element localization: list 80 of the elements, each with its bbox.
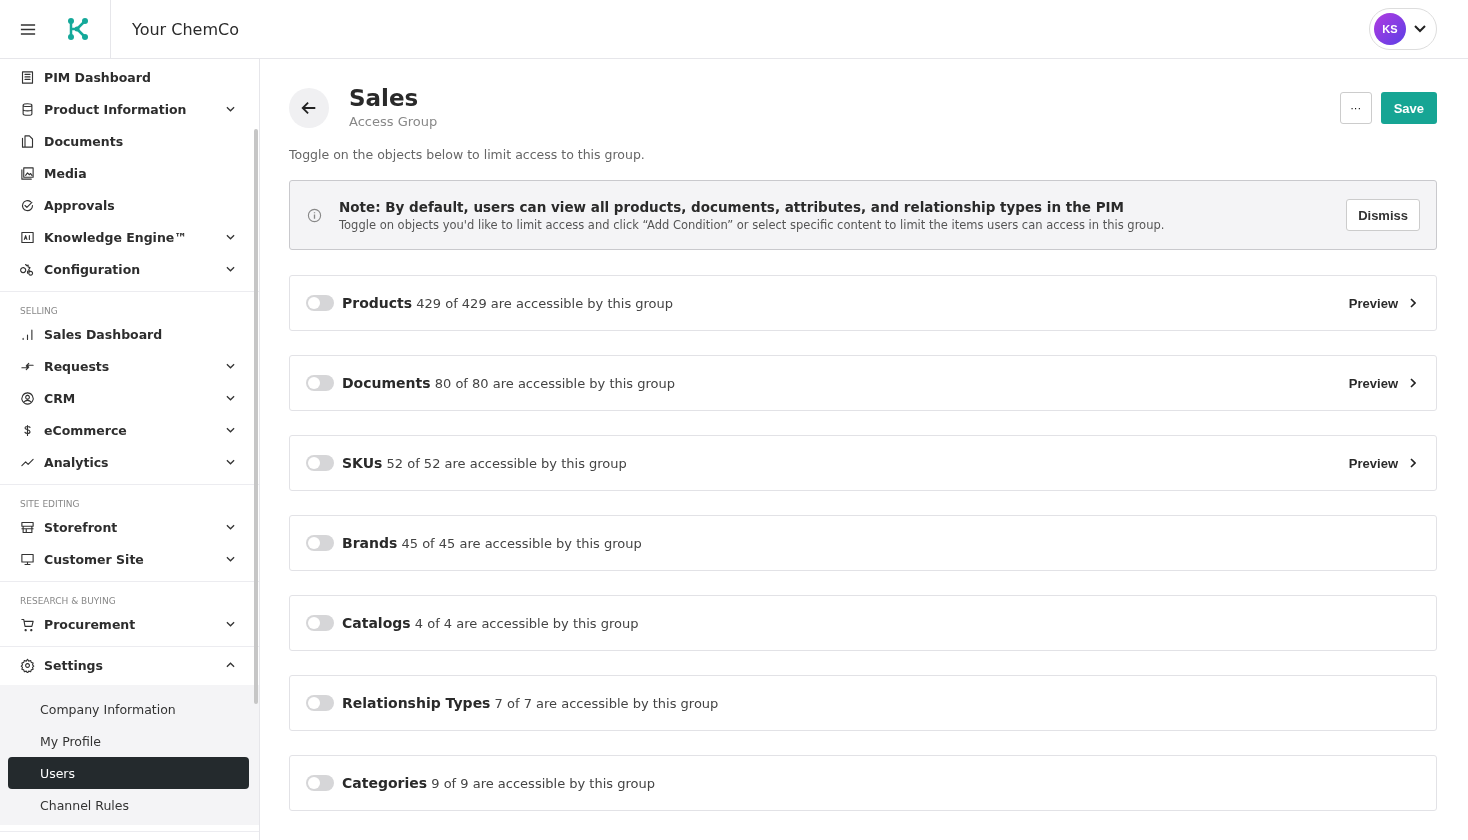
sidebar-item[interactable]: Sales Dashboard bbox=[0, 318, 259, 350]
object-label: Categories 9 of 9 are accessible by this group bbox=[342, 775, 656, 791]
page-title: Sales bbox=[349, 85, 420, 111]
database-icon bbox=[20, 101, 35, 117]
gear-icon bbox=[20, 657, 35, 673]
page-subtitle: Access Group bbox=[349, 114, 439, 129]
more-button[interactable]: ··· bbox=[1339, 92, 1372, 124]
toggle-switch[interactable] bbox=[306, 775, 334, 791]
sidebar-item[interactable]: Settings bbox=[0, 649, 259, 681]
menu-icon[interactable] bbox=[20, 22, 36, 36]
preview-link[interactable]: Preview bbox=[1348, 295, 1416, 311]
sidebar-item[interactable]: Approvals bbox=[0, 189, 259, 221]
sidebar-item[interactable]: Analytics bbox=[0, 446, 259, 478]
preview-link[interactable]: Preview bbox=[1348, 455, 1416, 471]
logo-icon bbox=[66, 17, 90, 41]
preview-link[interactable]: Preview bbox=[1348, 375, 1416, 391]
submenu-item[interactable]: Company Information bbox=[8, 693, 249, 725]
chevron-right-icon bbox=[1410, 378, 1416, 388]
chevron-down-icon bbox=[1414, 25, 1426, 33]
chevron-down-icon bbox=[226, 106, 235, 112]
toggle-switch[interactable] bbox=[306, 615, 334, 631]
section-heading: SITE EDITING bbox=[19, 498, 81, 511]
toggle-switch[interactable] bbox=[306, 455, 334, 471]
section-heading: RESEARCH & BUYING bbox=[19, 595, 117, 608]
chevron-down-icon bbox=[226, 395, 235, 401]
monitor-icon bbox=[20, 551, 35, 567]
toggle-switch[interactable] bbox=[306, 295, 334, 311]
object-label: Products 429 of 429 are accessible by this group bbox=[342, 295, 675, 311]
chevron-down-icon bbox=[226, 621, 235, 627]
ai-icon bbox=[20, 229, 35, 245]
submenu-item[interactable]: My Profile bbox=[8, 725, 249, 757]
chevron-up-icon bbox=[226, 662, 235, 668]
sidebar-item[interactable]: CRM bbox=[0, 382, 259, 414]
object-label: Relationship Types 7 of 7 are accessible by this group bbox=[342, 695, 720, 711]
toggle-switch[interactable] bbox=[306, 375, 334, 391]
chevron-down-icon bbox=[226, 427, 235, 433]
document-icon bbox=[20, 133, 35, 149]
arrow-left-icon bbox=[300, 99, 318, 117]
scrollbar[interactable] bbox=[254, 129, 258, 704]
object-label: SKUs 52 of 52 are accessible by this group bbox=[342, 455, 628, 471]
sidebar-item[interactable]: Customer Site bbox=[0, 543, 259, 575]
sidebar-item[interactable]: Media bbox=[0, 157, 259, 189]
cart-icon bbox=[20, 616, 35, 632]
object-label: Documents 80 of 80 are accessible by this group bbox=[342, 375, 676, 391]
chevron-down-icon bbox=[226, 363, 235, 369]
submenu-item[interactable]: Channel Rules bbox=[8, 789, 249, 821]
company-name: Your ChemCo bbox=[132, 19, 240, 39]
toggle-switch[interactable] bbox=[306, 695, 334, 711]
sidebar-item[interactable]: Documents bbox=[0, 125, 259, 157]
avatar: KS bbox=[1374, 13, 1406, 45]
user-menu-button[interactable]: KS bbox=[1369, 8, 1437, 50]
chevron-right-icon bbox=[1410, 458, 1416, 468]
back-button[interactable] bbox=[289, 88, 329, 128]
store-icon bbox=[20, 519, 35, 535]
sidebar-item[interactable]: Storefront bbox=[0, 511, 259, 543]
object-label: Catalogs 4 of 4 are accessible by this group bbox=[342, 615, 640, 631]
chevron-down-icon bbox=[226, 234, 235, 240]
chevron-down-icon bbox=[226, 266, 235, 272]
grid-icon bbox=[20, 69, 35, 85]
chevron-right-icon bbox=[1410, 298, 1416, 308]
note-title: Note: By default, users can view all products, documents, attributes, and relationship types in the PIM bbox=[339, 198, 1126, 215]
sidebar-item[interactable]: eCommerce bbox=[0, 414, 259, 446]
intro-text: Toggle on the objects below to limit access to this group. bbox=[289, 147, 646, 162]
chevron-down-icon bbox=[226, 459, 235, 465]
sidebar-item[interactable]: Procurement bbox=[0, 608, 259, 640]
sidebar-item[interactable]: Knowledge Engine™ bbox=[0, 221, 259, 253]
note-text: Toggle on objects you'd like to limit access and click “Add Condition” or select specific content to limit the items users can access in this group. bbox=[339, 217, 1166, 232]
submenu-item[interactable]: Users bbox=[8, 757, 249, 789]
sidebar-item[interactable]: PIM Dashboard bbox=[0, 61, 259, 93]
chevron-down-icon bbox=[226, 556, 235, 562]
toggle-switch[interactable] bbox=[306, 535, 334, 551]
sidebar-item[interactable]: Requests bbox=[0, 350, 259, 382]
info-icon bbox=[307, 207, 322, 223]
sidebar-item[interactable]: Configuration bbox=[0, 253, 259, 285]
dismiss-button[interactable]: Dismiss bbox=[1346, 199, 1420, 231]
object-label: Brands 45 of 45 are accessible by this group bbox=[342, 535, 643, 551]
image-icon bbox=[20, 165, 35, 181]
section-heading: SELLING bbox=[19, 305, 59, 318]
sidebar-item[interactable]: Product Information bbox=[0, 93, 259, 125]
chevron-down-icon bbox=[226, 524, 235, 530]
